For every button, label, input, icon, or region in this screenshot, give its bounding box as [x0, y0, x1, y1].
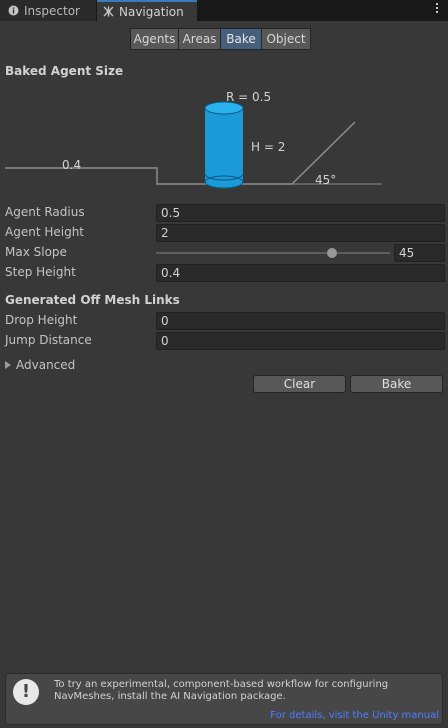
- tab-inspector-label: Inspector: [24, 3, 80, 18]
- bake-button[interactable]: Bake: [350, 375, 443, 393]
- step-height-field[interactable]: 0.4: [156, 264, 445, 282]
- clear-button[interactable]: Clear: [253, 375, 346, 393]
- help-box: ! To try an experimental, component-base…: [5, 673, 443, 725]
- exclamation-icon: !: [13, 679, 39, 705]
- segment-bake[interactable]: Bake: [220, 28, 262, 50]
- max-slope-field[interactable]: 45: [394, 244, 445, 262]
- navigation-icon: [103, 6, 114, 17]
- height-label: H = 2: [251, 140, 285, 154]
- off-mesh-links-title: Generated Off Mesh Links: [5, 293, 180, 307]
- foldout-arrow-icon: [5, 361, 11, 369]
- jump-distance-row: Jump Distance 0: [5, 332, 445, 350]
- jump-distance-label: Jump Distance: [5, 333, 92, 347]
- jump-distance-field[interactable]: 0: [156, 332, 445, 350]
- tab-navigation[interactable]: Navigation: [97, 0, 197, 21]
- drop-height-label: Drop Height: [5, 313, 78, 327]
- advanced-foldout[interactable]: Advanced: [5, 357, 75, 373]
- unity-manual-link[interactable]: For details, visit the Unity manual: [270, 710, 439, 721]
- segment-object[interactable]: Object: [261, 28, 311, 50]
- drop-height-field[interactable]: 0: [156, 312, 445, 330]
- segment-areas[interactable]: Areas: [178, 28, 221, 50]
- baked-agent-size-title: Baked Agent Size: [5, 64, 124, 78]
- advanced-label: Advanced: [16, 358, 76, 372]
- max-slope-slider-track[interactable]: [156, 252, 390, 254]
- step-label: 0.4: [62, 158, 81, 172]
- max-slope-row: Max Slope 45: [5, 244, 445, 262]
- agent-height-field[interactable]: 2: [156, 224, 445, 242]
- help-text: To try an experimental, component-based …: [54, 679, 389, 702]
- tab-bar: Inspector Navigation: [0, 0, 448, 21]
- step-height-row: Step Height 0.4: [5, 264, 445, 282]
- agent-radius-row: Agent Radius 0.5: [5, 204, 445, 222]
- max-slope-slider-thumb[interactable]: [326, 248, 337, 258]
- slope-label: 45°: [315, 173, 336, 187]
- more-options-icon[interactable]: [436, 3, 440, 17]
- ground-outline: [5, 121, 356, 185]
- drop-height-row: Drop Height 0: [5, 312, 445, 330]
- agent-radius-label: Agent Radius: [5, 205, 85, 219]
- max-slope-label: Max Slope: [5, 245, 67, 259]
- agent-radius-field[interactable]: 0.5: [156, 204, 445, 222]
- agent-cylinder: [204, 101, 244, 189]
- radius-label: R = 0.5: [226, 90, 271, 104]
- step-height-label: Step Height: [5, 265, 76, 279]
- tab-inspector[interactable]: Inspector: [0, 0, 96, 21]
- agent-height-row: Agent Height 2: [5, 224, 445, 242]
- agent-height-label: Agent Height: [5, 225, 85, 239]
- info-icon: [8, 5, 19, 16]
- agent-size-diagram: R = 0.5 H = 2 0.4 45°: [5, 90, 382, 189]
- navigation-mode-selector: Agents Areas Bake Object: [130, 28, 311, 50]
- segment-agents[interactable]: Agents: [130, 28, 179, 50]
- tab-navigation-label: Navigation: [119, 4, 184, 19]
